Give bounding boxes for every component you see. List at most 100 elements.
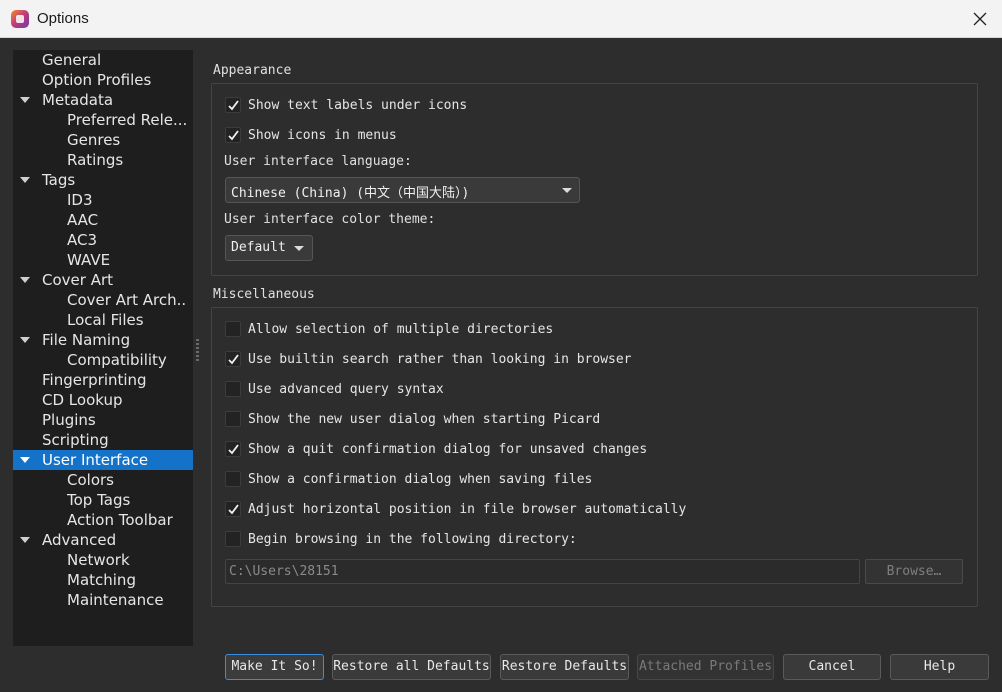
- language-select[interactable]: Chinese (China) (中文（中国大陆）): [225, 177, 580, 203]
- cancel-button[interactable]: Cancel: [783, 654, 881, 680]
- triangle-down-icon[interactable]: [20, 337, 30, 343]
- language-label: User interface language:: [224, 154, 412, 169]
- tree-item-aac[interactable]: AAC: [13, 210, 193, 230]
- misc-checkbox-label: Use builtin search rather than looking i…: [248, 352, 632, 367]
- tree-item-label: User Interface: [42, 451, 149, 469]
- tree-item-label: Advanced: [42, 531, 117, 549]
- tree-item-matching[interactable]: Matching: [13, 570, 193, 590]
- tree-item-maintenance[interactable]: Maintenance: [13, 590, 193, 610]
- checkmark-icon: [228, 504, 239, 515]
- misc-checkbox[interactable]: [225, 501, 241, 517]
- tree-item-colors[interactable]: Colors: [13, 470, 193, 490]
- misc-checkbox-label: Allow selection of multiple directories: [248, 322, 554, 337]
- close-button[interactable]: [962, 4, 998, 34]
- theme-select[interactable]: Default: [225, 235, 313, 261]
- checkmark-icon: [228, 130, 239, 141]
- tree-item-label: Genres: [67, 131, 121, 149]
- tree-item-label: CD Lookup: [42, 391, 123, 409]
- show-text-labels-checkbox[interactable]: [225, 97, 241, 113]
- tree-item-label: Tags: [42, 171, 76, 189]
- tree-item-wave[interactable]: WAVE: [13, 250, 193, 270]
- tree-item-label: Scripting: [42, 431, 109, 449]
- close-icon: [973, 12, 987, 26]
- misc-checkbox[interactable]: [225, 441, 241, 457]
- misc-checkbox[interactable]: [225, 321, 241, 337]
- tree-item-fingerprinting[interactable]: Fingerprinting: [13, 370, 193, 390]
- triangle-down-icon[interactable]: [20, 537, 30, 543]
- tree-item-metadata[interactable]: Metadata: [13, 90, 193, 110]
- misc-checkbox[interactable]: [225, 381, 241, 397]
- tree-item-cover-art-arch[interactable]: Cover Art Arch...: [13, 290, 193, 310]
- restore-defaults-button[interactable]: Restore Defaults: [500, 654, 629, 680]
- triangle-down-icon[interactable]: [20, 97, 30, 103]
- tree-item-cd-lookup[interactable]: CD Lookup: [13, 390, 193, 410]
- browse-directory-value: C:\Users\28151: [229, 564, 339, 579]
- browse-directory-input[interactable]: C:\Users\28151: [225, 559, 860, 584]
- tree-item-label: Local Files: [67, 311, 144, 329]
- misc-checkbox[interactable]: [225, 351, 241, 367]
- splitter-handle[interactable]: [196, 339, 199, 361]
- triangle-down-icon[interactable]: [20, 457, 30, 463]
- options-tree[interactable]: General Option Profiles Metadata Preferred …: [13, 50, 193, 646]
- checkmark-icon: [228, 100, 239, 111]
- tree-item-label: Option Profiles: [42, 71, 152, 89]
- tree-item-network[interactable]: Network: [13, 550, 193, 570]
- tree-item-id3[interactable]: ID3: [13, 190, 193, 210]
- window-title: Options: [37, 10, 89, 27]
- tree-item-action-toolbar[interactable]: Action Toolbar: [13, 510, 193, 530]
- tree-item-label: Network: [67, 551, 130, 569]
- misc-checkbox-label: Begin browsing in the following director…: [248, 532, 577, 547]
- tree-item-label: Metadata: [42, 91, 114, 109]
- show-icons-menus-checkbox[interactable]: [225, 127, 241, 143]
- tree-item-label: ID3: [67, 191, 93, 209]
- triangle-down-icon[interactable]: [20, 277, 30, 283]
- misc-checkbox-label: Use advanced query syntax: [248, 382, 444, 397]
- browse-button[interactable]: Browse…: [865, 559, 963, 584]
- attached-profiles-button[interactable]: Attached Profiles: [637, 654, 774, 680]
- theme-select-value: Default: [231, 240, 286, 255]
- misc-checkbox-label: Show the new user dialog when starting P…: [248, 412, 601, 427]
- tree-item-user-interface[interactable]: User Interface: [13, 450, 193, 470]
- tree-item-label: Compatibility: [67, 351, 167, 369]
- chevron-down-icon: [294, 246, 304, 251]
- misc-checkbox[interactable]: [225, 411, 241, 427]
- misc-checkbox[interactable]: [225, 531, 241, 547]
- tree-item-advanced[interactable]: Advanced: [13, 530, 193, 550]
- tree-item-label: Cover Art: [42, 271, 114, 289]
- tree-item-scripting[interactable]: Scripting: [13, 430, 193, 450]
- checkmark-icon: [228, 354, 239, 365]
- tree-item-label: Matching: [67, 571, 136, 589]
- tree-item-label: AC3: [67, 231, 98, 249]
- restore-all-defaults-button[interactable]: Restore all Defaults: [332, 654, 491, 680]
- tree-item-ac3[interactable]: AC3: [13, 230, 193, 250]
- tree-item-label: Ratings: [67, 151, 124, 169]
- triangle-down-icon[interactable]: [20, 177, 30, 183]
- tree-item-cover-art[interactable]: Cover Art: [13, 270, 193, 290]
- title-bar: Options: [0, 0, 1002, 38]
- tree-item-label: Plugins: [42, 411, 96, 429]
- misc-checkbox-label: Show a quit confirmation dialog for unsa…: [248, 442, 648, 457]
- show-text-labels-label: Show text labels under icons: [248, 98, 468, 113]
- tree-item-top-tags[interactable]: Top Tags: [13, 490, 193, 510]
- tree-item-label: Fingerprinting: [42, 371, 147, 389]
- tree-item-tags[interactable]: Tags: [13, 170, 193, 190]
- tree-item-label: Colors: [67, 471, 114, 489]
- misc-checkbox-label: Show a confirmation dialog when saving f…: [248, 472, 593, 487]
- tree-item-compatibility[interactable]: Compatibility: [13, 350, 193, 370]
- tree-item-plugins[interactable]: Plugins: [13, 410, 193, 430]
- chevron-down-icon: [562, 188, 572, 193]
- tree-item-label: Action Toolbar: [67, 511, 173, 529]
- help-button[interactable]: Help: [890, 654, 989, 680]
- tree-item-preferred-rele[interactable]: Preferred Rele...: [13, 110, 193, 130]
- tree-item-file-naming[interactable]: File Naming: [13, 330, 193, 350]
- tree-item-option-profiles[interactable]: Option Profiles: [13, 70, 193, 90]
- tree-item-local-files[interactable]: Local Files: [13, 310, 193, 330]
- language-select-value: Chinese (China) (中文（中国大陆）): [231, 186, 470, 201]
- make-it-so-button[interactable]: Make It So!: [225, 654, 324, 680]
- misc-group-title: Miscellaneous: [213, 287, 315, 302]
- tree-item-general[interactable]: General: [13, 50, 193, 70]
- tree-item-genres[interactable]: Genres: [13, 130, 193, 150]
- tree-item-ratings[interactable]: Ratings: [13, 150, 193, 170]
- misc-checkbox-label: Adjust horizontal position in file brows…: [248, 502, 687, 517]
- misc-checkbox[interactable]: [225, 471, 241, 487]
